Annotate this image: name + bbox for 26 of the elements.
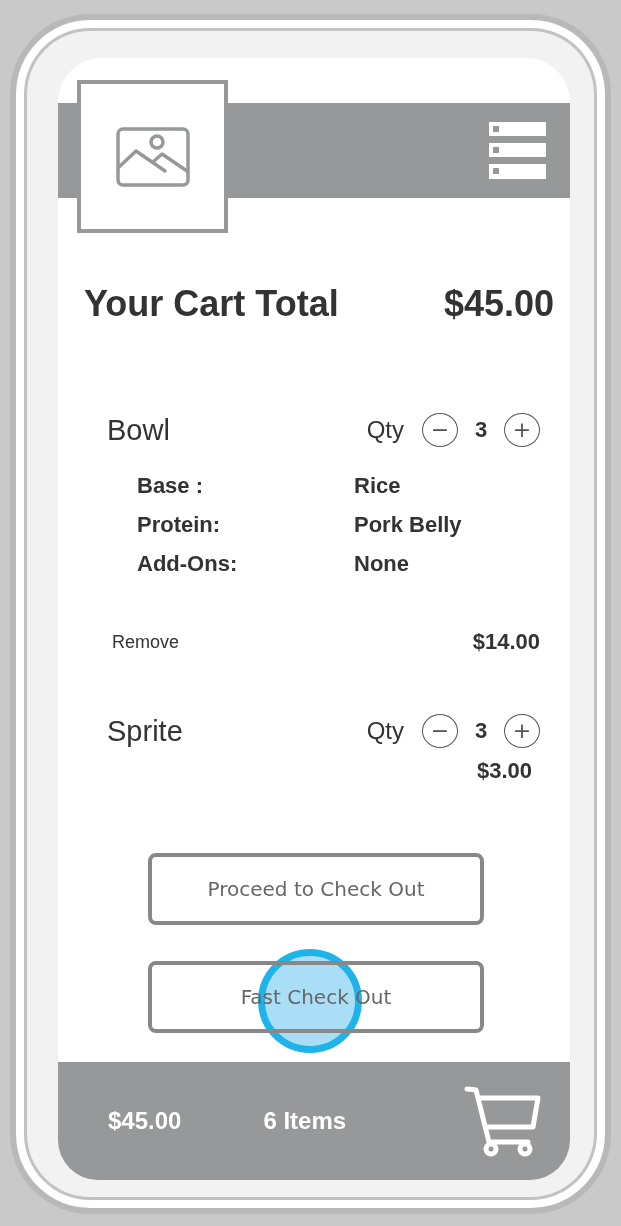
increase-button[interactable]: +: [504, 714, 540, 748]
option-label: Base :: [137, 473, 205, 499]
decrease-button[interactable]: −: [422, 413, 458, 447]
item-name: Bowl: [107, 413, 170, 447]
increase-button[interactable]: +: [504, 413, 540, 447]
remove-link[interactable]: Remove: [112, 631, 180, 653]
option-value: None: [354, 551, 410, 577]
item-price: $14.00: [472, 629, 540, 655]
bottom-total: $45.00: [108, 1107, 182, 1135]
checkout-button[interactable]: Proceed to Check Out: [148, 853, 484, 925]
option-label: Protein:: [137, 512, 222, 538]
option-value: Rice: [354, 473, 402, 499]
qty-value: 3: [473, 417, 489, 443]
qty-label: Qty: [366, 416, 404, 444]
image-icon: [115, 126, 190, 187]
qty-value: 3: [473, 718, 489, 744]
cart-total-label: Your Cart Total: [84, 283, 339, 325]
decrease-button[interactable]: −: [422, 714, 458, 748]
item-price: $3.00: [476, 758, 532, 784]
menu-icon[interactable]: [489, 122, 546, 179]
item-count: 6 Items: [263, 1107, 347, 1135]
option-label: Add-Ons:: [137, 551, 239, 577]
cart-total-amount: $45.00: [443, 283, 554, 325]
option-value: Pork Belly: [354, 512, 463, 538]
item-name: Sprite: [107, 714, 183, 748]
qty-label: Qty: [366, 717, 404, 745]
